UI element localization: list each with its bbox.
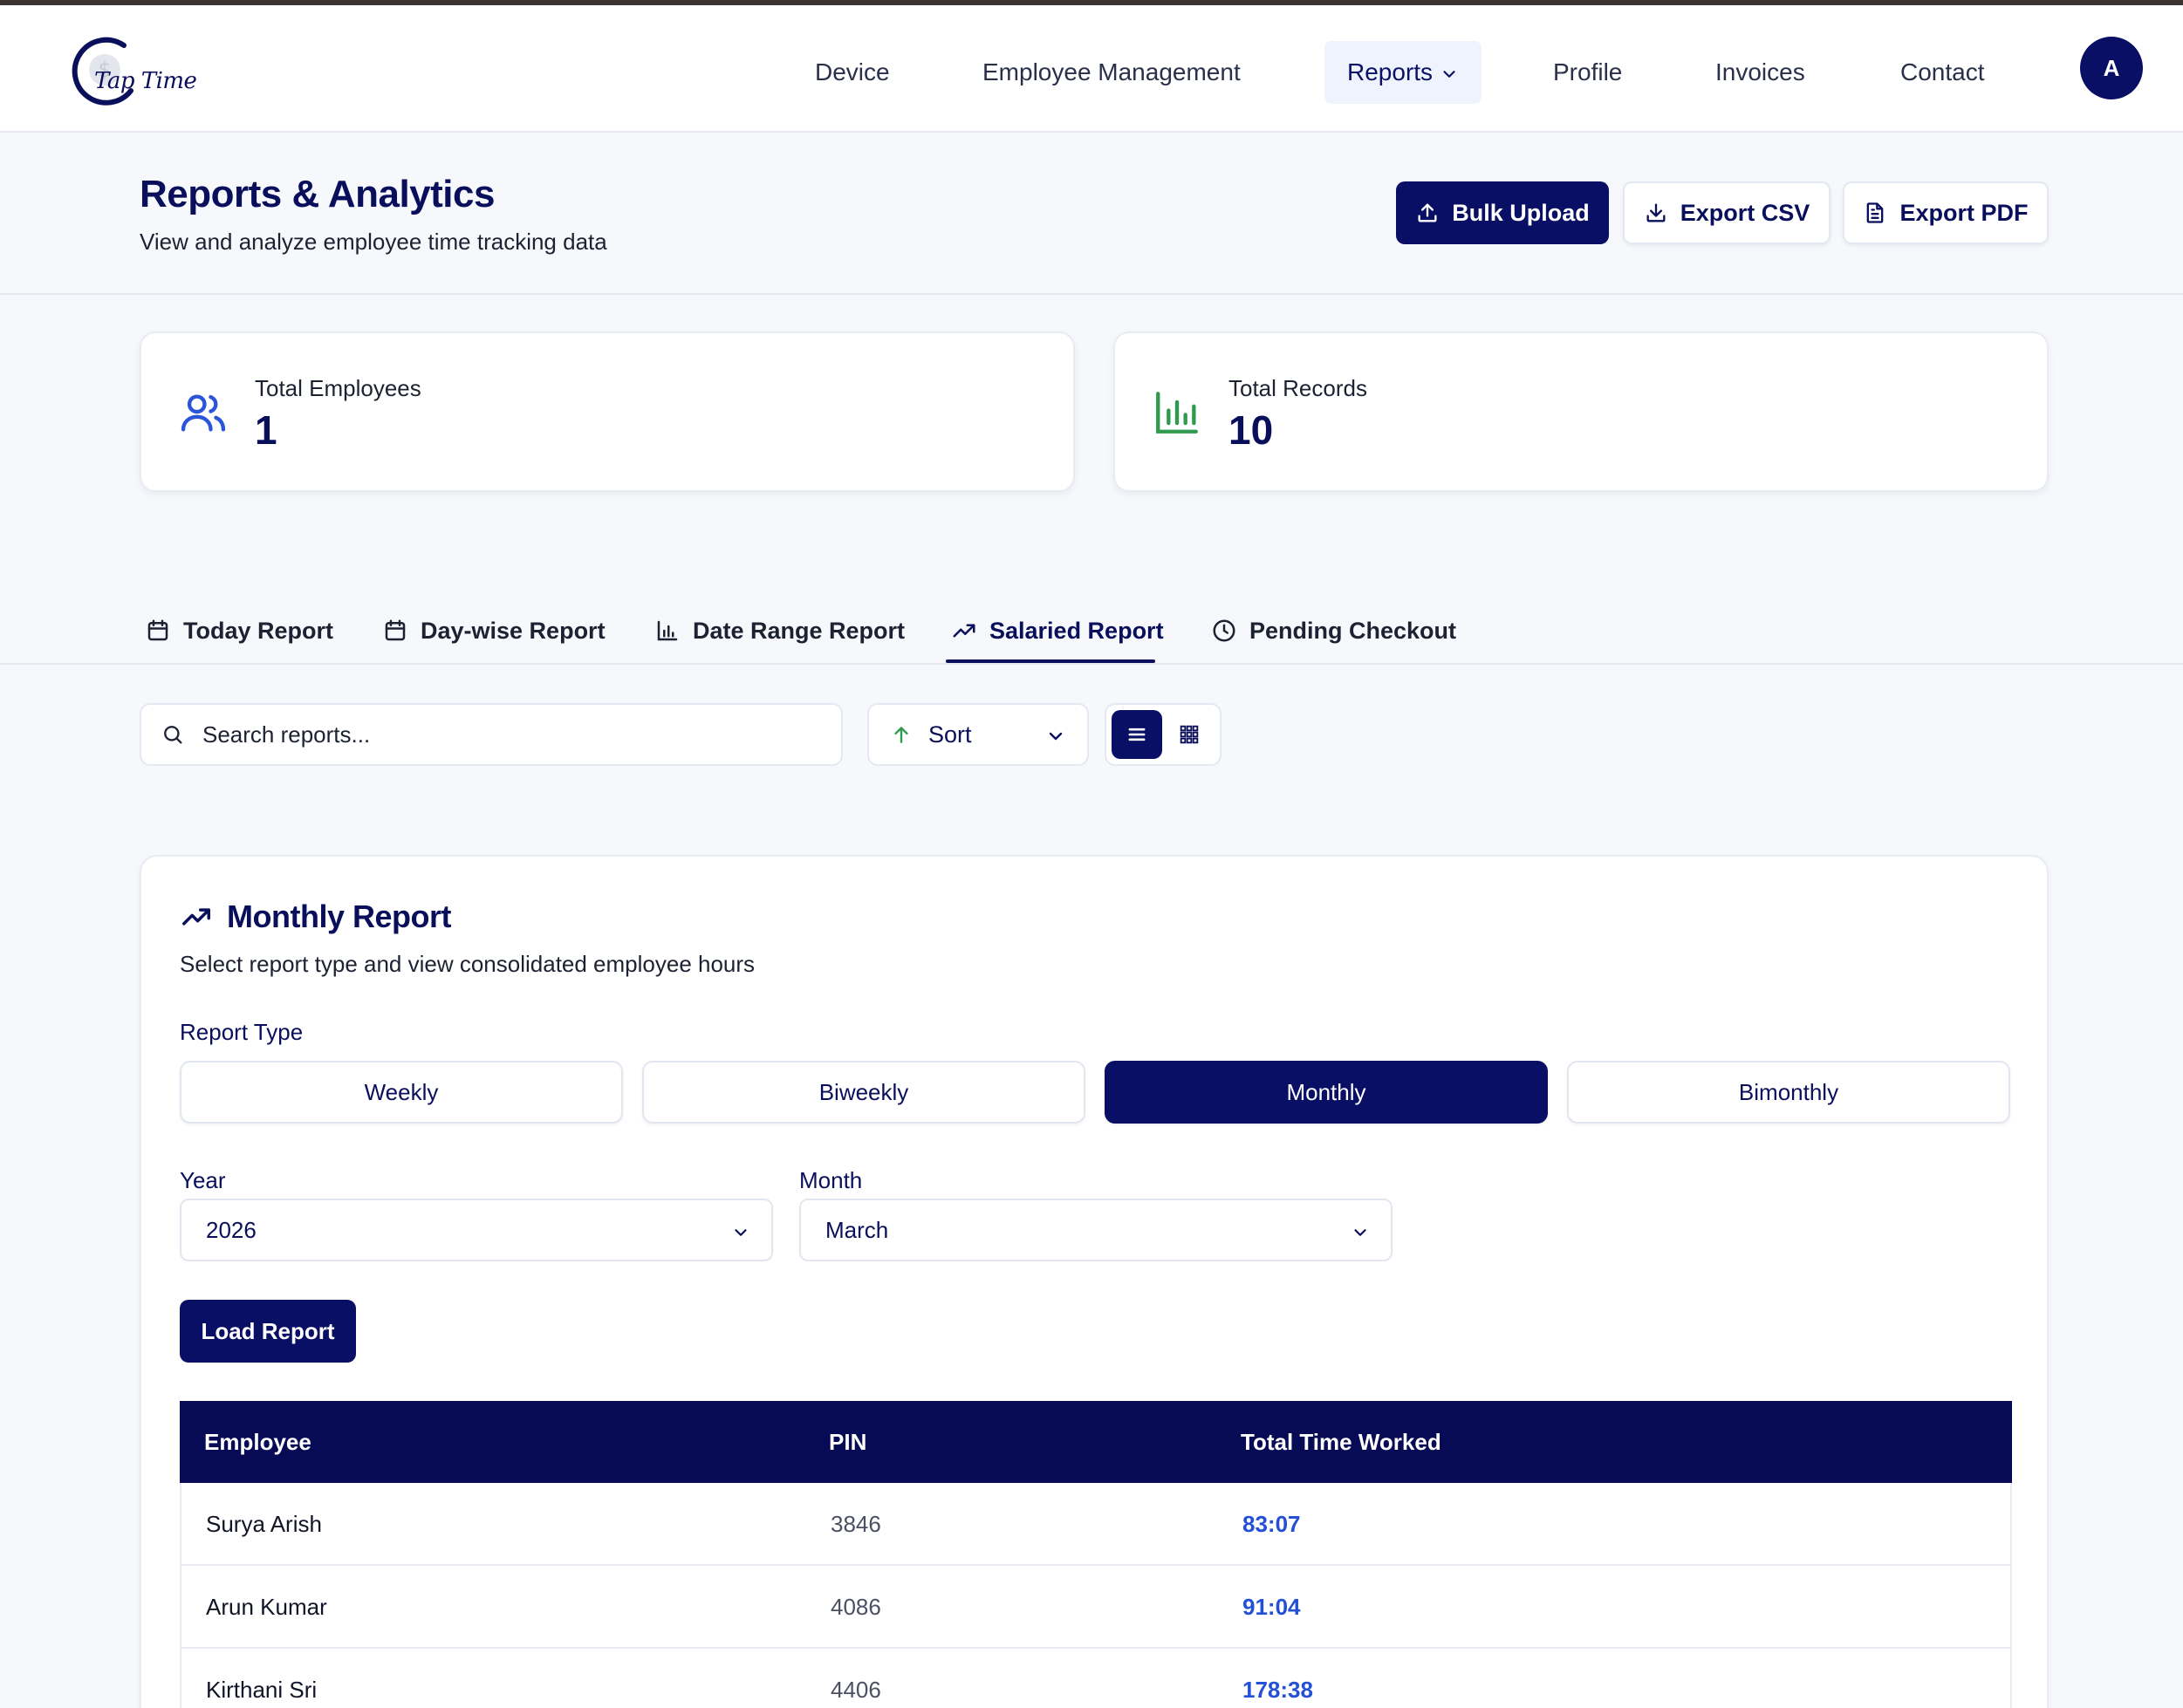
report-type-monthly-button[interactable]: Monthly xyxy=(1105,1061,1548,1124)
bar-chart-icon xyxy=(657,620,678,641)
month-select[interactable]: March xyxy=(799,1199,1393,1261)
download-icon xyxy=(1646,203,1666,222)
table-header: Employee PIN Total Time Worked xyxy=(180,1401,2012,1483)
tab-today-report[interactable]: Today Report xyxy=(145,598,333,663)
report-table: Employee PIN Total Time Worked Surya Ari… xyxy=(180,1401,2012,1708)
total-time-worked: 91:04 xyxy=(1242,1594,1301,1620)
year-value: 2026 xyxy=(206,1217,257,1243)
tab-date-range-report[interactable]: Date Range Report xyxy=(654,598,905,663)
tab-day-wise-report[interactable]: Day-wise Report xyxy=(382,598,606,663)
employee-name: Arun Kumar xyxy=(206,1594,327,1620)
month-label: Month xyxy=(799,1167,863,1193)
stat-label: Total Records xyxy=(1228,375,1367,401)
report-type-label: Report Type xyxy=(180,1019,304,1045)
sort-dropdown[interactable]: Sort xyxy=(867,703,1089,766)
column-header-pin[interactable]: PIN xyxy=(829,1429,866,1456)
export-pdf-button[interactable]: Export PDF xyxy=(1843,181,2049,244)
stat-card-total-records: Total Records 10 xyxy=(1113,331,2049,492)
upload-icon xyxy=(1418,203,1437,222)
stat-card-total-employees: Total Employees 1 xyxy=(140,331,1075,492)
employee-pin: 3846 xyxy=(831,1511,881,1537)
nav-reports-label: Reports xyxy=(1347,58,1434,85)
export-csv-label: Export CSV xyxy=(1680,199,1810,226)
export-csv-button[interactable]: Export CSV xyxy=(1623,181,1831,244)
table-row[interactable]: Kirthani Sri 4406 178:38 xyxy=(180,1649,2012,1708)
chevron-down-icon xyxy=(1443,70,1455,78)
grid-view-button[interactable] xyxy=(1164,710,1215,759)
trending-up-icon xyxy=(182,908,210,926)
month-value: March xyxy=(825,1217,889,1243)
tab-label: Pending Checkout xyxy=(1249,617,1457,644)
tab-label: Today Report xyxy=(183,617,334,644)
trending-up-icon xyxy=(953,624,975,638)
table-row[interactable]: Arun Kumar 4086 91:04 xyxy=(180,1566,2012,1649)
employee-name: Surya Arish xyxy=(206,1511,322,1537)
nav-contact[interactable]: Contact xyxy=(1900,41,1985,104)
search-input[interactable] xyxy=(202,721,761,748)
report-title-text: Monthly Report xyxy=(227,898,451,934)
nav-profile[interactable]: Profile xyxy=(1553,41,1622,104)
user-avatar[interactable]: A xyxy=(2080,37,2143,99)
nav-device[interactable]: Device xyxy=(815,41,890,104)
tab-pending-checkout[interactable]: Pending Checkout xyxy=(1211,598,1456,663)
calendar-icon xyxy=(147,619,168,641)
top-navbar: $ Tap Time Device Employee Management Re… xyxy=(0,5,2183,133)
list-view-button[interactable] xyxy=(1112,710,1162,759)
total-time-worked: 178:38 xyxy=(1242,1677,1313,1703)
column-header-employee[interactable]: Employee xyxy=(204,1429,311,1456)
nav-reports[interactable]: Reports xyxy=(1324,41,1482,104)
chevron-down-icon xyxy=(1049,732,1063,741)
logo-text: Tap Time xyxy=(94,68,197,94)
stat-label: Total Employees xyxy=(255,375,421,401)
file-text-icon xyxy=(1867,202,1884,223)
bar-chart-icon xyxy=(1156,392,1198,434)
report-title: Monthly Report xyxy=(180,898,451,935)
grid-icon xyxy=(1180,725,1199,744)
tab-label: Day-wise Report xyxy=(421,617,606,644)
nav-employee-management[interactable]: Employee Management xyxy=(982,41,1241,104)
report-type-weekly-button[interactable]: Weekly xyxy=(180,1061,623,1124)
users-icon xyxy=(181,394,226,432)
bulk-upload-button[interactable]: Bulk Upload xyxy=(1396,181,1609,244)
total-time-worked: 83:07 xyxy=(1242,1511,1301,1537)
search-icon xyxy=(164,726,182,744)
tab-label: Salaried Report xyxy=(989,617,1164,644)
clock-icon xyxy=(1213,619,1235,642)
tab-label: Date Range Report xyxy=(693,617,906,644)
load-report-button[interactable]: Load Report xyxy=(180,1300,356,1363)
nav-invoices[interactable]: Invoices xyxy=(1715,41,1805,104)
search-box[interactable] xyxy=(140,703,843,766)
monthly-report-panel: Monthly Report Select report type and vi… xyxy=(140,855,2049,1708)
page-title: Reports & Analytics xyxy=(140,173,495,215)
report-description: Select report type and view consolidated… xyxy=(180,951,756,977)
sort-label: Sort xyxy=(928,721,972,748)
column-header-total-time[interactable]: Total Time Worked xyxy=(1241,1429,1441,1456)
tabs-divider xyxy=(0,663,2183,665)
chevron-down-icon xyxy=(1354,1229,1366,1236)
employee-pin: 4406 xyxy=(831,1677,881,1703)
stat-value: 10 xyxy=(1228,407,1274,453)
chevron-down-icon xyxy=(735,1229,747,1236)
report-type-bimonthly-button[interactable]: Bimonthly xyxy=(1567,1061,2010,1124)
employee-pin: 4086 xyxy=(831,1594,881,1620)
list-icon xyxy=(1128,728,1146,741)
calendar-icon xyxy=(385,619,406,641)
active-tab-indicator xyxy=(946,659,1155,663)
stat-value: 1 xyxy=(255,407,277,453)
bulk-upload-label: Bulk Upload xyxy=(1452,199,1590,226)
tab-salaried-report[interactable]: Salaried Report xyxy=(951,598,1164,663)
arrow-up-icon xyxy=(894,727,908,743)
page-subtitle: View and analyze employee time tracking … xyxy=(140,229,607,255)
year-label: Year xyxy=(180,1167,226,1193)
report-type-biweekly-button[interactable]: Biweekly xyxy=(642,1061,1085,1124)
year-select[interactable]: 2026 xyxy=(180,1199,773,1261)
table-row[interactable]: Surya Arish 3846 83:07 xyxy=(180,1483,2012,1566)
export-pdf-label: Export PDF xyxy=(1899,199,2029,226)
view-mode-toggle xyxy=(1105,703,1222,766)
employee-name: Kirthani Sri xyxy=(206,1677,318,1703)
